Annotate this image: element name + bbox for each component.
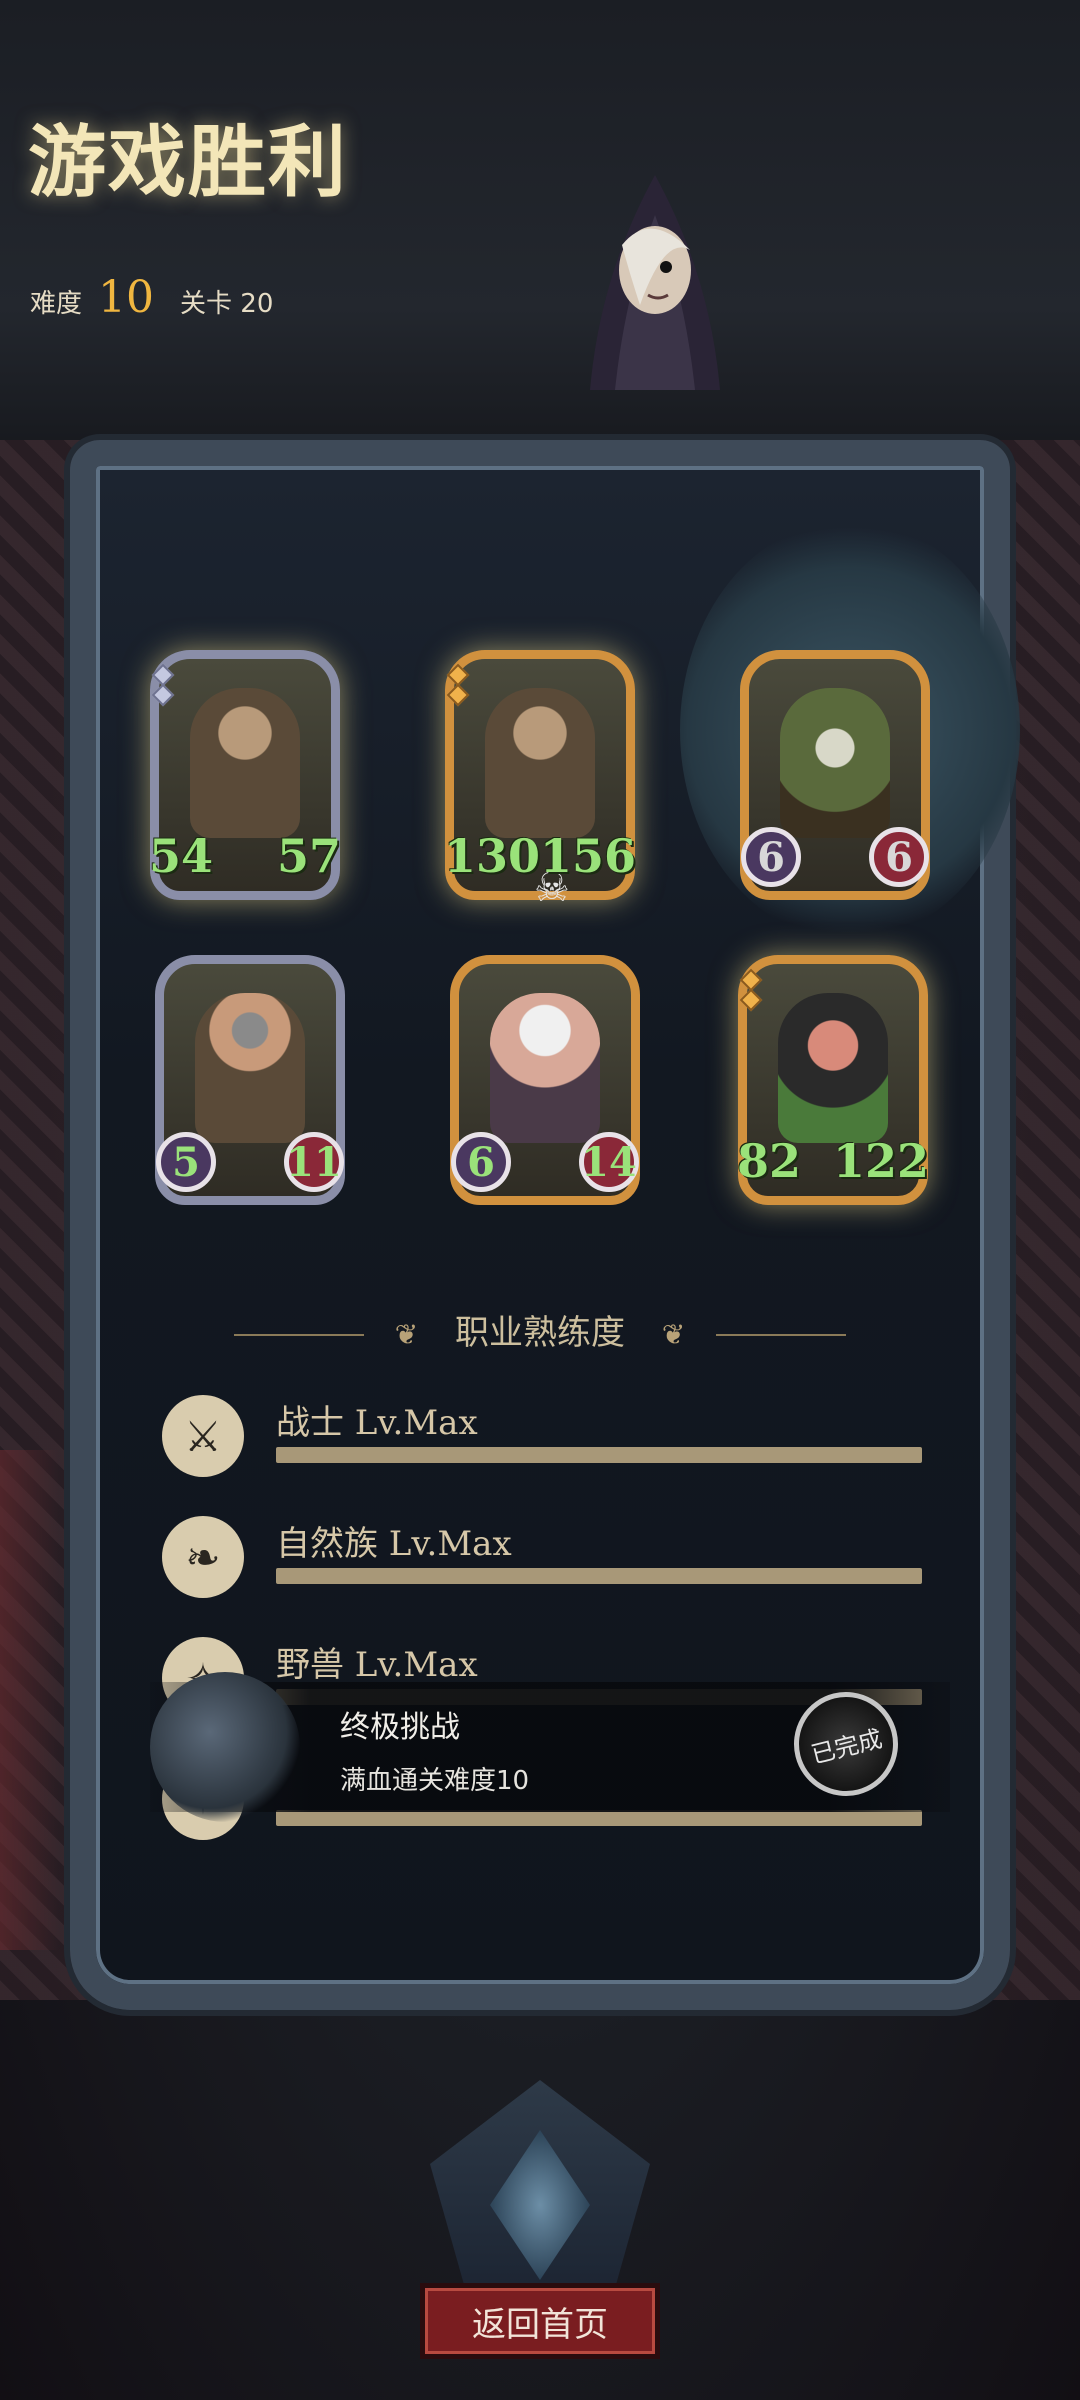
background-glow: [0, 1450, 60, 1950]
mastery-progress-bar: [276, 1810, 922, 1826]
mastery-row-nature: ❧ 自然族 Lv.Max: [162, 1516, 922, 1606]
swirl-ornament-icon: ❦: [394, 1318, 419, 1351]
mastery-title-text: 职业熟练度: [455, 1313, 625, 1353]
swirl-ornament-icon: ❦: [661, 1318, 686, 1351]
attack-badge: 6: [741, 827, 801, 887]
achievement-title: 终极挑战: [340, 1710, 460, 1745]
unit-card-1[interactable]: 54 57: [149, 650, 341, 900]
leaf-icon: ❧: [162, 1516, 244, 1598]
bald-brute-portrait: [190, 688, 300, 839]
unit-card-5[interactable]: 6 14: [450, 955, 640, 1205]
star-pip-icon: [446, 683, 470, 707]
return-home-button[interactable]: 返回首页: [420, 2283, 660, 2359]
mastery-progress-bar: [276, 1568, 922, 1584]
health-value: 122: [832, 1134, 929, 1188]
completed-stamp: 已完成: [782, 1680, 910, 1808]
moth-creature-portrait: [780, 688, 890, 839]
unit-card-3[interactable]: 6 6: [740, 650, 930, 900]
health-badge: 6: [869, 827, 929, 887]
attack-value: 82: [737, 1134, 802, 1188]
page-title: 游戏胜利: [28, 118, 349, 208]
stage-label: 关卡 20: [180, 289, 274, 319]
unit-card-6[interactable]: 82 122: [737, 955, 929, 1205]
hooded-hero-portrait: [590, 175, 720, 390]
health-value: 57: [276, 829, 341, 883]
mastery-section-title: ❦ 职业熟练度 ❦: [0, 1305, 1080, 1354]
star-pip-icon: [739, 988, 763, 1012]
monocle-elder-portrait: [490, 993, 600, 1144]
health-value: 156: [539, 829, 636, 883]
divider: [233, 1333, 364, 1336]
reaper-icon: [150, 1672, 300, 1822]
health-badge: 11: [284, 1132, 344, 1192]
health-badge: 14: [579, 1132, 639, 1192]
victory-header: 游戏胜利 难度 10 关卡 20: [0, 0, 1080, 440]
mastery-label: 野兽 Lv.Max: [276, 1645, 478, 1685]
attack-badge: 5: [156, 1132, 216, 1192]
attack-badge: 6: [451, 1132, 511, 1192]
witch-portrait: [778, 993, 888, 1144]
mastery-progress-bar: [276, 1447, 922, 1463]
run-info: 难度 10 关卡 20: [30, 272, 273, 323]
mastery-label: 自然族 Lv.Max: [276, 1524, 512, 1564]
difficulty-value: 10: [98, 272, 155, 323]
difficulty-label: 难度: [30, 289, 83, 319]
attack-value: 130: [444, 829, 541, 883]
star-pip-icon: [151, 683, 175, 707]
mastery-row-warrior: ⚔ 战士 Lv.Max: [162, 1395, 922, 1485]
unit-card-4[interactable]: 5 11: [155, 955, 345, 1205]
sword-icon: ⚔: [162, 1395, 244, 1477]
bald-brute-portrait: [485, 688, 595, 839]
gem-icon: [490, 2130, 590, 2280]
unit-card-2[interactable]: 130 ☠ 156: [444, 650, 636, 911]
helmeted-dwarf-portrait: [195, 993, 305, 1144]
divider: [716, 1333, 847, 1336]
mastery-label: 战士 Lv.Max: [276, 1403, 478, 1443]
achievement-description: 满血通关难度10: [340, 1766, 530, 1796]
achievement-toast[interactable]: 终极挑战 满血通关难度10 已完成: [150, 1672, 950, 1822]
attack-value: 54: [149, 829, 214, 883]
